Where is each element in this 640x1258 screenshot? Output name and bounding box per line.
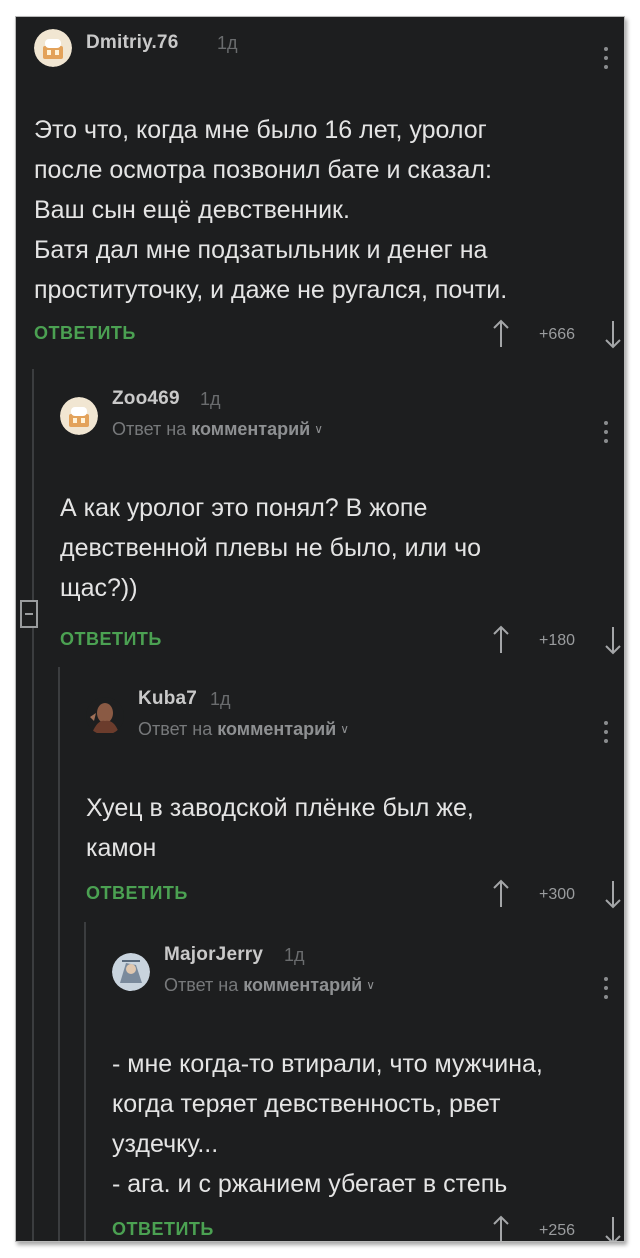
- vote-controls: +180: [492, 625, 622, 655]
- vote-score: +300: [538, 886, 576, 903]
- arrow-up-icon[interactable]: [492, 625, 510, 655]
- vote-controls: +256: [492, 1215, 622, 1242]
- arrow-down-icon[interactable]: [604, 1215, 622, 1242]
- thread-line-level-2: [58, 667, 60, 1241]
- comment-text-line: Ваш сын ещё девственник.: [34, 196, 350, 224]
- chevron-down-icon: ∨: [366, 978, 376, 992]
- reply-to-target[interactable]: комментарий: [243, 975, 362, 995]
- default-avatar-icon[interactable]: [60, 397, 98, 435]
- more-vertical-icon[interactable]: [602, 47, 610, 73]
- vote-score: +666: [538, 326, 576, 343]
- comment-zoo469: Zoo469 1д Ответ на комментарий ∨ А как ур…: [60, 385, 621, 655]
- comment-time: 1д: [217, 33, 238, 53]
- comment-text-line: Хуец в заводской плёнке был же,: [86, 794, 474, 822]
- comment-text-line: щас?)): [60, 574, 138, 602]
- reply-to-link[interactable]: Ответ на комментарий ∨: [138, 719, 349, 740]
- user-avatar[interactable]: [86, 697, 124, 735]
- username[interactable]: MajorJerry: [164, 944, 263, 966]
- comment-header: Zoo469 1д Ответ на комментарий ∨: [60, 385, 619, 439]
- reply-to-prefix: Ответ на: [138, 719, 213, 739]
- comment-majorjerry: MajorJerry 1д Ответ на комментарий ∨ - мн…: [112, 941, 622, 1242]
- default-avatar-icon[interactable]: [34, 29, 72, 67]
- comment-text: Это что, когда мне было 16 лет, уролог п…: [34, 110, 507, 310]
- comment-text-line: Батя дал мне подзатыльник и денег на: [34, 236, 488, 264]
- thread-line-level-1: [32, 369, 34, 1241]
- collapse-thread-icon: [25, 613, 33, 615]
- more-vertical-icon[interactable]: [602, 977, 610, 1003]
- comment-header: MajorJerry 1д Ответ на комментарий ∨: [112, 941, 619, 995]
- vote-score: +256: [538, 1222, 576, 1239]
- comments-panel: Dmitriy.76 1д Это что, когда мне было 16…: [15, 16, 625, 1242]
- arrow-up-icon[interactable]: [492, 319, 510, 349]
- user-avatar[interactable]: [112, 953, 150, 991]
- comment-text-line: Это что, когда мне было 16 лет, уролог: [34, 116, 487, 144]
- comment-text: - мне когда-то втирали, что мужчина, ког…: [112, 1044, 543, 1204]
- comment-text: Хуец в заводской плёнке был же, камон: [86, 788, 474, 868]
- comment-header: Kuba7 1д Ответ на комментарий ∨: [86, 685, 619, 739]
- collapse-thread-button[interactable]: [20, 600, 38, 628]
- username[interactable]: Dmitriy.76: [86, 32, 178, 54]
- comment-text-line: девственной плевы не было, или чо: [60, 534, 481, 562]
- username[interactable]: Zoo469: [112, 388, 180, 410]
- arrow-down-icon[interactable]: [604, 625, 622, 655]
- vote-controls: +666: [492, 319, 622, 349]
- comment-text-line: после осмотра позвонил бате и сказал:: [34, 156, 492, 184]
- vote-score: +180: [538, 632, 576, 649]
- reply-to-prefix: Ответ на: [164, 975, 239, 995]
- comment-header: Dmitriy.76 1д: [34, 29, 619, 69]
- reply-to-prefix: Ответ на: [112, 419, 187, 439]
- comment-text-line: - ага. и с ржанием убегает в степь: [112, 1170, 508, 1198]
- reply-button[interactable]: ОТВЕТИТЬ: [112, 1219, 214, 1240]
- username[interactable]: Kuba7: [138, 688, 197, 710]
- reply-to-link[interactable]: Ответ на комментарий ∨: [164, 975, 375, 996]
- comment-text-line: проституточку, и даже не ругался, почти.: [34, 276, 508, 304]
- comment-time: 1д: [200, 389, 221, 409]
- reply-button[interactable]: ОТВЕТИТЬ: [86, 883, 188, 904]
- comment-text-line: когда теряет девственность, рвет: [112, 1090, 501, 1118]
- reply-to-link[interactable]: Ответ на комментарий ∨: [112, 419, 323, 440]
- reply-to-target[interactable]: комментарий: [217, 719, 336, 739]
- reply-to-target[interactable]: комментарий: [191, 419, 310, 439]
- reply-button[interactable]: ОТВЕТИТЬ: [34, 323, 136, 344]
- comment-text-line: А как уролог это понял? В жопе: [60, 494, 428, 522]
- arrow-up-icon[interactable]: [492, 879, 510, 909]
- arrow-down-icon[interactable]: [604, 319, 622, 349]
- comment-time: 1д: [284, 945, 305, 965]
- comment-text-line: камон: [86, 834, 157, 862]
- chevron-down-icon: ∨: [340, 722, 350, 736]
- vote-controls: +300: [492, 879, 622, 909]
- comment-text-line: - мне когда-то втирали, что мужчина,: [112, 1050, 543, 1078]
- thread-line-level-3: [84, 922, 86, 1241]
- comment-text: А как уролог это понял? В жопе девственн…: [60, 488, 481, 608]
- more-vertical-icon[interactable]: [602, 721, 610, 747]
- reply-button[interactable]: ОТВЕТИТЬ: [60, 629, 162, 650]
- comment-kuba7: Kuba7 1д Ответ на комментарий ∨ Хуец в за…: [86, 685, 621, 909]
- arrow-up-icon[interactable]: [492, 1215, 510, 1242]
- comment-dmitriy76: Dmitriy.76 1д Это что, когда мне было 16…: [34, 29, 622, 349]
- chevron-down-icon: ∨: [314, 422, 324, 436]
- arrow-down-icon[interactable]: [604, 879, 622, 909]
- more-vertical-icon[interactable]: [602, 421, 610, 447]
- comment-time: 1д: [210, 689, 231, 709]
- comment-text-line: уздечку...: [112, 1130, 219, 1158]
